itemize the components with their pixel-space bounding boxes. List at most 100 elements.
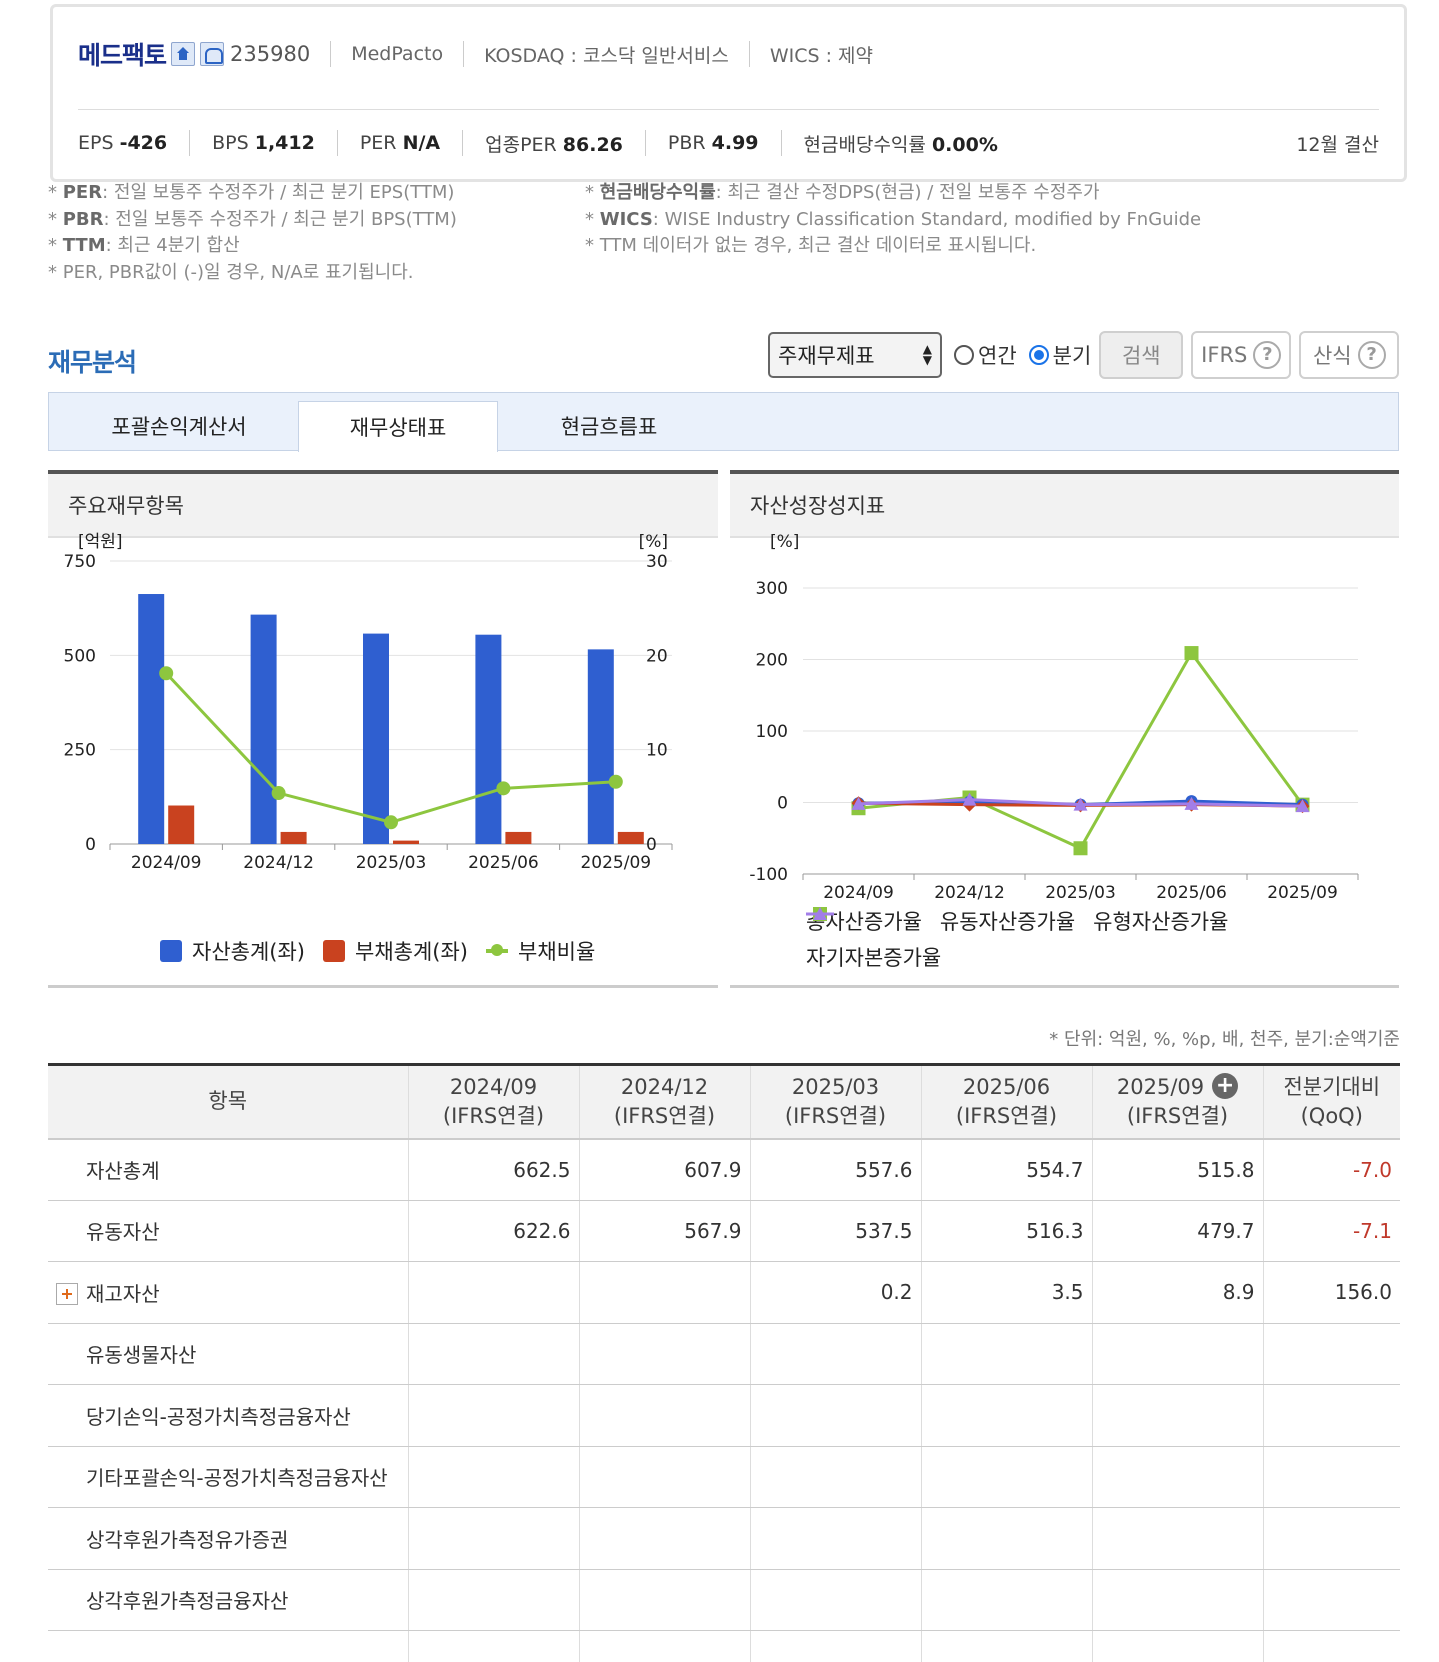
table-cell: -7.0	[1262, 1138, 1400, 1201]
row-label-cell	[48, 1630, 408, 1662]
table-row: 당기손익-공정가치측정금융자산	[48, 1384, 1400, 1447]
legend-item: 부채총계(좌)	[323, 936, 468, 966]
table-cell: 8.9	[1091, 1261, 1263, 1324]
ratio-value: 0.00%	[931, 133, 998, 156]
formula-button[interactable]: 산식 ?	[1299, 331, 1400, 379]
bar-assets	[475, 634, 502, 844]
table-cell	[749, 1384, 921, 1447]
table-cell: 622.6	[407, 1200, 579, 1262]
table-cell	[578, 1446, 750, 1508]
bar-assets	[587, 649, 614, 844]
column-header-line1: 전분기대비	[1283, 1074, 1381, 1099]
column-header: 전분기대비 (QoQ)	[1262, 1064, 1400, 1140]
y-axis-label-left: [억원]	[78, 532, 123, 552]
row-label: 상각후원가측정유가증권	[86, 1527, 289, 1552]
table-row	[48, 1630, 1400, 1662]
column-header: 항목	[48, 1064, 408, 1140]
x-tick-label: 2025/03	[1045, 883, 1116, 903]
legend-label: 유형자산증가율	[1093, 910, 1229, 934]
expand-plus-icon[interactable]	[56, 1282, 78, 1305]
key-items-chart: 750 500 250 0 30 20 10 0 [억원] [%] 2024/09 2024/12 20…	[64, 532, 673, 873]
y-tick-right: 0	[646, 835, 657, 855]
ratio-value: 4.99	[711, 132, 759, 154]
legend-item: 자기자본증가율	[806, 907, 942, 972]
phone-icon[interactable]	[200, 42, 225, 66]
table-row: 기타포괄손익-공정가치측정금융자산	[48, 1446, 1400, 1508]
help-icon[interactable]: ?	[1357, 341, 1386, 369]
section-title: 재무분석	[48, 348, 137, 377]
note-text: : 전일 보통주 수정주가 / 최근 분기 BPS(TTM)	[103, 208, 457, 230]
statement-select[interactable]: 주재무제표 ▲ ▼	[768, 332, 942, 378]
note-text: : 최근 결산 수정DPS(현금) / 전일 보통주 수정주가	[715, 182, 1100, 203]
note-key: TTM	[62, 235, 106, 256]
radio-quarter[interactable]: 분기	[1028, 340, 1091, 370]
column-header-line2: (QoQ)	[1300, 1103, 1363, 1128]
divider	[644, 130, 646, 156]
row-label: 유동생물자산	[86, 1343, 197, 1368]
table-row: 재고자산 0.2 3.5 8.9 156.0	[48, 1261, 1400, 1324]
table-cell	[1262, 1630, 1400, 1662]
ratios-row: EPS -426 BPS 1,412 PER N/A 업종PER 86.26 PBR 4…	[78, 127, 1379, 159]
search-button[interactable]: 검색	[1099, 331, 1184, 379]
column-header: 2025/09 + (IFRS연결)	[1091, 1064, 1263, 1140]
legend-label: 자기자본증가율	[806, 946, 942, 970]
chart-panel-growth: 자산성장성지표 300 200 100 0 -100 [%] 2024/09 2024/12 2…	[730, 470, 1399, 988]
row-label-cell: 기타포괄손익-공정가치측정금융자산	[48, 1446, 408, 1508]
table-cell	[1262, 1384, 1400, 1447]
tab-income-statement[interactable]: 포괄손익계산서	[89, 401, 269, 451]
column-header-line1: 2025/03	[791, 1074, 880, 1099]
radio-annual[interactable]: 연간	[954, 340, 1017, 370]
expand-columns-icon[interactable]: +	[1212, 1072, 1239, 1099]
formula-button-label: 산식	[1312, 344, 1352, 368]
row-label-cell[interactable]: 재고자산	[48, 1261, 408, 1324]
table-cell	[920, 1384, 1092, 1447]
radio-circle-icon[interactable]	[1028, 345, 1049, 365]
point-debt-ratio	[271, 786, 286, 801]
help-icon[interactable]: ?	[1253, 341, 1282, 369]
note-key: WICS	[599, 208, 653, 230]
tab-balance-sheet[interactable]: 재무상태표	[298, 401, 498, 452]
note-line: * 현금배당수익률: 최근 결산 수정DPS(현금) / 전일 보통주 수정주가	[585, 182, 1100, 203]
table-cell: 516.3	[920, 1200, 1092, 1262]
ratio-0: EPS -426	[78, 132, 167, 154]
y-tick: -100	[749, 865, 788, 885]
english-name: MedPacto	[351, 43, 444, 65]
chart-legend: 자산총계(좌) 부채총계(좌) 부채비율	[160, 936, 613, 966]
note-key: PBR	[62, 208, 104, 230]
row-label-cell: 유동생물자산	[48, 1323, 408, 1385]
divider	[462, 130, 464, 156]
bar-liabilities	[280, 831, 307, 844]
legend-marker-icon	[806, 907, 834, 920]
column-header-line1: 2025/09	[1116, 1074, 1205, 1099]
table-cell	[578, 1569, 750, 1631]
table-cell	[578, 1507, 750, 1570]
table-cell	[407, 1446, 579, 1508]
point-debt-ratio	[384, 815, 398, 830]
table-row: 상각후원가측정유가증권	[48, 1507, 1400, 1570]
y-tick-left: 750	[64, 552, 96, 572]
tab-cash-flow[interactable]: 현금흐름표	[519, 401, 699, 451]
table-cell	[920, 1630, 1092, 1662]
ratio-value: 1,412	[254, 132, 315, 154]
legend-label: 부채총계(좌)	[355, 940, 468, 964]
company-name[interactable]: 메드팩토	[78, 36, 167, 72]
stock-code: 235980	[230, 42, 311, 66]
table-cell	[920, 1569, 1092, 1631]
divider	[336, 130, 338, 156]
table-cell	[578, 1384, 750, 1447]
x-tick-label: 2024/12	[243, 853, 314, 873]
table-cell: 607.9	[578, 1138, 750, 1201]
table-cell: 3.5	[920, 1261, 1092, 1324]
table-cell	[1262, 1507, 1400, 1570]
ratio-label: PER	[359, 132, 397, 154]
ratio-2: PER N/A	[360, 132, 440, 154]
divider	[189, 130, 191, 156]
table-cell	[1262, 1323, 1400, 1385]
radio-circle-icon[interactable]	[954, 345, 974, 365]
divider	[748, 41, 750, 67]
table-row: 유동생물자산	[48, 1323, 1400, 1385]
ifrs-button[interactable]: IFRS ?	[1191, 331, 1292, 379]
ratio-label: 현금배당수익률	[803, 133, 926, 156]
table-cell: 0.2	[749, 1261, 921, 1324]
home-icon[interactable]	[171, 42, 196, 66]
